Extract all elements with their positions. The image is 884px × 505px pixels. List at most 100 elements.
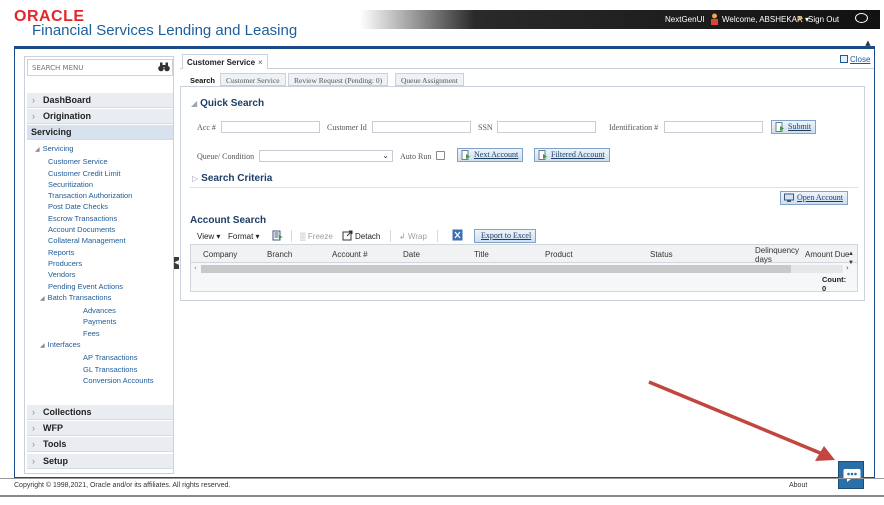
toolbar-separator xyxy=(390,230,391,242)
tree-item-customer-credit-limit[interactable]: Customer Credit Limit xyxy=(31,168,153,179)
queue-condition-select[interactable]: ⌄ xyxy=(259,150,393,162)
menu-servicing[interactable]: Servicing xyxy=(27,125,173,140)
column-header-delinquency-days[interactable]: Delinquency days xyxy=(755,245,799,264)
tab-customer-service[interactable]: Customer Service × xyxy=(182,54,268,69)
menu-wfp[interactable]: › WFP xyxy=(27,421,173,436)
expanded-triangle-icon: ◢ xyxy=(40,295,45,302)
chat-button[interactable] xyxy=(838,461,864,489)
horizontal-scrollbar-thumb[interactable] xyxy=(201,265,791,273)
about-link[interactable]: About xyxy=(789,482,807,489)
next-account-button[interactable]: Next Account xyxy=(457,148,524,162)
document-go-icon xyxy=(775,122,784,132)
scroll-right-icon[interactable]: › xyxy=(846,264,849,272)
menu-origination[interactable]: › Origination xyxy=(27,109,173,124)
menu-tools[interactable]: › Tools xyxy=(27,437,173,452)
sort-icon[interactable]: ▲ ▼ xyxy=(848,245,854,266)
expanded-triangle-icon: ◢ xyxy=(40,343,45,350)
servicing-tree: ◢ Servicing Customer Service Customer Cre… xyxy=(31,143,153,386)
tree-item-vendors[interactable]: Vendors xyxy=(31,269,153,280)
annotation-arrow xyxy=(648,380,835,461)
column-header-status[interactable]: Status xyxy=(650,245,673,263)
menu-collections[interactable]: › Collections xyxy=(27,405,173,420)
column-header-company[interactable]: Company xyxy=(203,245,237,263)
search-menu-input[interactable] xyxy=(28,60,148,75)
collapse-header-icon[interactable]: ▲ xyxy=(864,40,872,47)
product-name: Financial Services Lending and Leasing xyxy=(32,22,298,39)
close-button[interactable]: Close xyxy=(840,55,870,64)
export-grid-icon[interactable] xyxy=(272,230,283,241)
tree-item-reports[interactable]: Reports xyxy=(31,247,153,258)
tree-item-producers[interactable]: Producers xyxy=(31,258,153,269)
submit-button[interactable]: Submit xyxy=(771,120,817,134)
wrap-icon: ↲ xyxy=(399,232,406,241)
tree-group-batch-transactions[interactable]: ◢ Batch Transactions xyxy=(31,292,153,305)
ssn-input[interactable] xyxy=(497,121,596,133)
tree-item-escrow-transactions[interactable]: Escrow Transactions xyxy=(31,213,153,224)
customer-id-input[interactable] xyxy=(372,121,471,133)
subtab-search[interactable]: Search xyxy=(184,73,222,86)
tree-item-pending-event-actions[interactable]: Pending Event Actions xyxy=(31,281,153,292)
tree-item-fees[interactable]: Fees xyxy=(31,328,153,339)
column-header-date[interactable]: Date xyxy=(403,245,420,263)
filtered-account-button[interactable]: Filtered Account xyxy=(534,148,610,162)
toolbar-separator xyxy=(437,230,438,242)
tree-item-payments[interactable]: Payments xyxy=(31,316,153,327)
expanded-triangle-icon: ◢ xyxy=(191,99,198,108)
export-to-excel-button[interactable]: Export to Excel xyxy=(474,229,537,243)
tree-item-securitization[interactable]: Securitization xyxy=(31,179,153,190)
search-menu-box xyxy=(27,59,173,76)
toolbar-separator xyxy=(291,230,292,242)
search-criteria-title[interactable]: ▷ Search Criteria xyxy=(192,173,272,184)
subtab-queue-assignment[interactable]: Queue Assignment xyxy=(395,73,464,86)
binoculars-icon[interactable] xyxy=(158,62,170,72)
chevron-right-icon: › xyxy=(32,95,35,105)
subtab-customer-service[interactable]: Customer Service xyxy=(220,73,286,86)
view-menu[interactable]: View ▾ xyxy=(197,232,220,241)
footer-divider xyxy=(0,478,884,479)
grid-header: Company Branch Account # Date Title Prod… xyxy=(191,245,857,266)
close-tab-icon[interactable]: × xyxy=(258,58,263,67)
tree-group-interfaces[interactable]: ◢ Interfaces xyxy=(31,339,153,352)
sidebar-toggle-icon[interactable]: ◀ xyxy=(174,257,179,269)
count-label: Count: xyxy=(822,275,847,284)
tree-item-post-date-checks[interactable]: Post Date Checks xyxy=(31,201,153,212)
acc-input[interactable] xyxy=(221,121,320,133)
column-header-branch[interactable]: Branch xyxy=(267,245,292,263)
tree-servicing-root[interactable]: ◢ Servicing xyxy=(31,143,153,156)
detach-button[interactable]: Detach xyxy=(355,232,380,241)
excel-icon[interactable] xyxy=(452,229,463,241)
column-header-amount-due[interactable]: Amount Due xyxy=(805,245,849,263)
signout-icon[interactable]: ➤ xyxy=(797,14,804,23)
quick-search-title[interactable]: ◢ Quick Search xyxy=(191,98,264,109)
open-account-button[interactable]: Open Account xyxy=(780,191,848,205)
freeze-button[interactable]: ▒ Freeze xyxy=(300,232,333,241)
tree-item-customer-service[interactable]: Customer Service xyxy=(31,156,153,167)
tree-item-account-documents[interactable]: Account Documents xyxy=(31,224,153,235)
subtab-review-request[interactable]: Review Request (Pending: 0) xyxy=(288,73,389,86)
column-header-product[interactable]: Product xyxy=(545,245,573,263)
document-go-icon xyxy=(538,150,547,160)
tree-item-transaction-authorization[interactable]: Transaction Authorization xyxy=(31,190,153,201)
account-results-grid: Company Branch Account # Date Title Prod… xyxy=(190,244,858,292)
tree-item-collateral-management[interactable]: Collateral Management xyxy=(31,235,153,246)
customer-id-label: Customer Id xyxy=(327,123,367,132)
column-header-title[interactable]: Title xyxy=(474,245,489,263)
tree-item-advances[interactable]: Advances xyxy=(31,305,153,316)
horizontal-scrollbar-track[interactable] xyxy=(791,265,843,273)
tree-item-conversion-accounts[interactable]: Conversion Accounts xyxy=(31,375,153,386)
menu-setup[interactable]: › Setup xyxy=(27,454,173,469)
identification-input[interactable] xyxy=(664,121,763,133)
format-menu[interactable]: Format ▾ xyxy=(228,232,260,241)
scroll-left-icon[interactable]: ‹ xyxy=(194,264,197,272)
auto-run-checkbox[interactable] xyxy=(436,151,445,160)
bottom-border xyxy=(0,495,884,497)
menu-dashboard[interactable]: › DashBoard xyxy=(27,93,173,108)
tree-item-gl-transactions[interactable]: GL Transactions xyxy=(31,364,153,375)
column-header-account[interactable]: Account # xyxy=(332,245,368,263)
signout-link[interactable]: Sign Out xyxy=(808,15,839,24)
tree-item-ap-transactions[interactable]: AP Transactions xyxy=(31,352,153,363)
welcome-user-menu[interactable]: Welcome, ABSHEKAR ▾ xyxy=(722,15,809,24)
wrap-button[interactable]: ↲ Wrap xyxy=(399,232,427,241)
status-circle-icon[interactable] xyxy=(855,13,868,23)
detach-icon[interactable] xyxy=(342,230,353,241)
